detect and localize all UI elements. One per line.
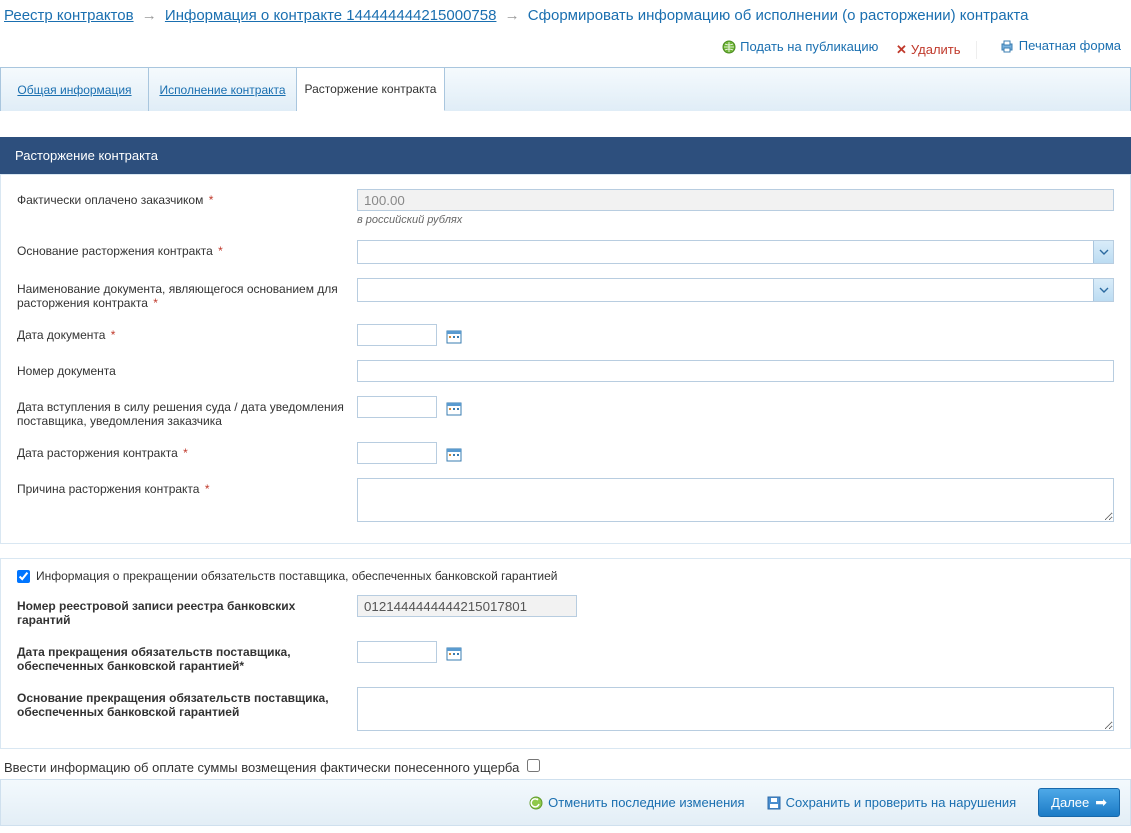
docnum-input[interactable] <box>357 360 1114 382</box>
docdate-label: Дата документа * <box>17 324 357 342</box>
print-action[interactable]: Печатная форма <box>999 38 1121 54</box>
docnum-label: Номер документа <box>17 360 357 378</box>
damage-label: Ввести информацию об оплате суммы возмещ… <box>4 760 519 775</box>
reason-label: Причина расторжения контракта * <box>17 478 357 496</box>
chevron-down-icon <box>1093 241 1113 263</box>
stopbasis-textarea[interactable] <box>357 687 1114 731</box>
courtdate-input[interactable] <box>357 396 437 418</box>
reason-textarea[interactable] <box>357 478 1114 522</box>
chevron-right-icon: → <box>505 7 520 24</box>
stopdate-label: Дата прекращения обязательств поставщика… <box>17 641 357 673</box>
breadcrumb-link-registry[interactable]: Реестр контрактов <box>4 7 134 24</box>
damage-row: Ввести информацию об оплате суммы возмещ… <box>0 749 1131 779</box>
save-icon <box>767 796 781 810</box>
courtdate-label: Дата вступления в силу решения суда / да… <box>17 396 357 428</box>
basis-select[interactable] <box>357 240 1114 264</box>
tabs: Общая информация Исполнение контракта Ра… <box>0 67 1131 111</box>
docdate-input[interactable] <box>357 324 437 346</box>
regnum-label: Номер реестровой записи реестра банковск… <box>17 595 357 627</box>
save-check-action[interactable]: Сохранить и проверить на нарушения <box>767 795 1017 810</box>
calendar-icon[interactable] <box>446 645 462 661</box>
guarantee-checkbox-label: Информация о прекращении обязательств по… <box>36 569 557 583</box>
stopbasis-label: Основание прекращения обязательств поста… <box>17 687 357 719</box>
termdate-label: Дата расторжения контракта * <box>17 442 357 460</box>
breadcrumb: Реестр контрактов → Информация о контрак… <box>0 0 1131 30</box>
next-button[interactable]: Далее ➡ <box>1038 788 1120 817</box>
calendar-icon[interactable] <box>446 446 462 462</box>
paid-hint: в российский рублях <box>357 214 1114 226</box>
tab-execution[interactable]: Исполнение контракта <box>149 68 297 111</box>
arrow-right-icon: ➡ <box>1095 794 1107 811</box>
panel-title: Расторжение контракта <box>0 137 1131 174</box>
termdate-input[interactable] <box>357 442 437 464</box>
tab-general[interactable]: Общая информация <box>1 68 149 111</box>
basis-label: Основание расторжения контракта * <box>17 240 357 258</box>
guarantee-panel: Информация о прекращении обязательств по… <box>0 558 1131 749</box>
breadcrumb-current: Сформировать информацию об исполнении (о… <box>528 7 1029 24</box>
tab-termination[interactable]: Расторжение контракта <box>297 68 445 111</box>
docname-label: Наименование документа, являющегося осно… <box>17 278 357 310</box>
chevron-down-icon <box>1093 279 1113 301</box>
delete-action[interactable]: ✕ Удалить <box>896 42 961 58</box>
damage-checkbox[interactable] <box>527 759 540 772</box>
close-icon: ✕ <box>896 42 907 58</box>
guarantee-checkbox[interactable] <box>17 570 30 583</box>
breadcrumb-link-contract[interactable]: Информация о контракте 14444444421500075… <box>165 7 497 24</box>
stopdate-input[interactable] <box>357 641 437 663</box>
undo-icon <box>529 796 543 810</box>
printer-icon <box>999 38 1015 54</box>
publish-action[interactable]: Подать на публикацию <box>722 39 878 54</box>
chevron-right-icon: → <box>142 7 157 24</box>
cancel-changes-action[interactable]: Отменить последние изменения <box>529 795 744 810</box>
termination-form: Фактически оплачено заказчиком * в росси… <box>0 174 1131 544</box>
paid-input <box>357 189 1114 211</box>
regnum-input <box>357 595 577 617</box>
docname-select[interactable] <box>357 278 1114 302</box>
action-bar: Подать на публикацию ✕ Удалить Печатная … <box>0 30 1131 68</box>
paid-label: Фактически оплачено заказчиком * <box>17 189 357 207</box>
calendar-icon[interactable] <box>446 328 462 344</box>
bottom-bar: Отменить последние изменения Сохранить и… <box>0 779 1131 826</box>
calendar-icon[interactable] <box>446 400 462 416</box>
globe-icon <box>722 40 736 54</box>
